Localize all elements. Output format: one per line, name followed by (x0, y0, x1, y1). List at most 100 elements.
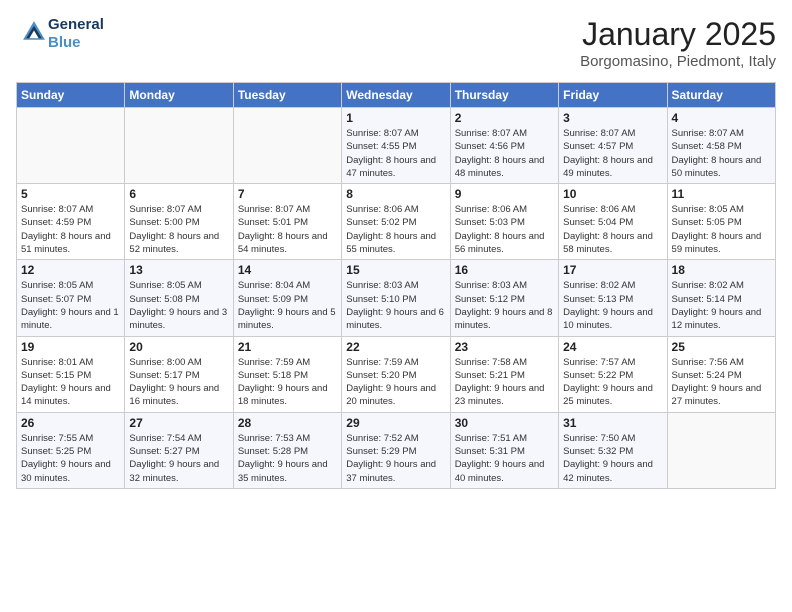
day-number: 11 (672, 187, 771, 201)
calendar-day-cell: 23Sunrise: 7:58 AM Sunset: 5:21 PM Dayli… (450, 336, 558, 412)
day-number: 10 (563, 187, 662, 201)
location-subtitle: Borgomasino, Piedmont, Italy (580, 53, 776, 70)
logo: General Blue (16, 16, 104, 52)
day-info: Sunrise: 7:54 AM Sunset: 5:27 PM Dayligh… (129, 432, 228, 485)
calendar-day-cell: 16 Sunrise: 8:03 AM Sunset: 5:12 PM Dayli… (450, 260, 558, 336)
day-info: Sunrise: 8:00 AM Sunset: 5:17 PM Dayligh… (129, 356, 228, 409)
day-number: 22 (346, 340, 445, 354)
calendar-day-cell: 7 Sunrise: 8:07 AM Sunset: 5:01 PM Daylig… (233, 184, 341, 260)
calendar-day-cell: 13 Sunrise: 8:05 AM Sunset: 5:08 PM Dayli… (125, 260, 233, 336)
day-info: Sunrise: 8:06 AM Sunset: 5:02 PM Dayligh… (346, 203, 445, 256)
calendar-day-cell: 29Sunrise: 7:52 AM Sunset: 5:29 PM Dayli… (342, 412, 450, 488)
title-block: January 2025 Borgomasino, Piedmont, Ital… (580, 16, 776, 70)
calendar-day-cell: 18 Sunrise: 8:02 AM Sunset: 5:14 PM Dayli… (667, 260, 775, 336)
day-number: 29 (346, 416, 445, 430)
calendar-week-row: 26Sunrise: 7:55 AM Sunset: 5:25 PM Dayli… (17, 412, 776, 488)
calendar-day-cell: 4 Sunrise: 8:07 AM Sunset: 4:58 PM Daylig… (667, 108, 775, 184)
day-number: 30 (455, 416, 554, 430)
col-header-friday: Friday (559, 83, 667, 108)
day-number: 1 (346, 111, 445, 125)
calendar-day-cell: 24 Sunrise: 7:57 AM Sunset: 5:22 PM Dayli… (559, 336, 667, 412)
day-info: Sunrise: 8:05 AM Sunset: 5:05 PM Dayligh… (672, 203, 771, 256)
calendar-day-cell (125, 108, 233, 184)
day-number: 21 (238, 340, 337, 354)
day-info: Sunrise: 8:07 AM Sunset: 4:55 PM Dayligh… (346, 127, 445, 180)
day-number: 17 (563, 263, 662, 277)
day-number: 18 (672, 263, 771, 277)
calendar-day-cell: 1 Sunrise: 8:07 AM Sunset: 4:55 PM Daylig… (342, 108, 450, 184)
day-number: 8 (346, 187, 445, 201)
day-info: Sunrise: 7:50 AM Sunset: 5:32 PM Dayligh… (563, 432, 662, 485)
col-header-sunday: Sunday (17, 83, 125, 108)
day-number: 19 (21, 340, 120, 354)
day-number: 25 (672, 340, 771, 354)
day-info: Sunrise: 8:03 AM Sunset: 5:12 PM Dayligh… (455, 279, 554, 332)
day-number: 24 (563, 340, 662, 354)
calendar-day-cell: 27Sunrise: 7:54 AM Sunset: 5:27 PM Dayli… (125, 412, 233, 488)
day-number: 13 (129, 263, 228, 277)
calendar-day-cell: 10 Sunrise: 8:06 AM Sunset: 5:04 PM Dayli… (559, 184, 667, 260)
calendar-day-cell: 31 Sunrise: 7:50 AM Sunset: 5:32 PM Dayli… (559, 412, 667, 488)
logo-text-line2: Blue (48, 34, 104, 52)
calendar-day-cell (667, 412, 775, 488)
calendar-day-cell: 9 Sunrise: 8:06 AM Sunset: 5:03 PM Daylig… (450, 184, 558, 260)
day-info: Sunrise: 7:57 AM Sunset: 5:22 PM Dayligh… (563, 356, 662, 409)
calendar-day-cell: 25 Sunrise: 7:56 AM Sunset: 5:24 PM Dayli… (667, 336, 775, 412)
day-info: Sunrise: 8:06 AM Sunset: 5:04 PM Dayligh… (563, 203, 662, 256)
day-info: Sunrise: 8:07 AM Sunset: 4:56 PM Dayligh… (455, 127, 554, 180)
calendar-day-cell: 30 Sunrise: 7:51 AM Sunset: 5:31 PM Dayli… (450, 412, 558, 488)
calendar-day-cell: 22 Sunrise: 7:59 AM Sunset: 5:20 PM Dayli… (342, 336, 450, 412)
day-info: Sunrise: 8:01 AM Sunset: 5:15 PM Dayligh… (21, 356, 120, 409)
calendar-week-row: 19 Sunrise: 8:01 AM Sunset: 5:15 PM Dayli… (17, 336, 776, 412)
calendar-day-cell (17, 108, 125, 184)
logo-icon (20, 18, 48, 46)
col-header-thursday: Thursday (450, 83, 558, 108)
calendar-day-cell: 5Sunrise: 8:07 AM Sunset: 4:59 PM Daylig… (17, 184, 125, 260)
calendar-day-cell: 19 Sunrise: 8:01 AM Sunset: 5:15 PM Dayli… (17, 336, 125, 412)
day-info: Sunrise: 8:07 AM Sunset: 4:58 PM Dayligh… (672, 127, 771, 180)
calendar-day-cell: 15 Sunrise: 8:03 AM Sunset: 5:10 PM Dayli… (342, 260, 450, 336)
day-number: 14 (238, 263, 337, 277)
day-info: Sunrise: 7:56 AM Sunset: 5:24 PM Dayligh… (672, 356, 771, 409)
calendar-day-cell: 11 Sunrise: 8:05 AM Sunset: 5:05 PM Dayli… (667, 184, 775, 260)
calendar-day-cell: 3Sunrise: 8:07 AM Sunset: 4:57 PM Daylig… (559, 108, 667, 184)
calendar-day-cell: 8 Sunrise: 8:06 AM Sunset: 5:02 PM Daylig… (342, 184, 450, 260)
day-number: 7 (238, 187, 337, 201)
calendar-day-cell: 20Sunrise: 8:00 AM Sunset: 5:17 PM Dayli… (125, 336, 233, 412)
day-number: 12 (21, 263, 120, 277)
day-number: 6 (129, 187, 228, 201)
day-number: 4 (672, 111, 771, 125)
day-info: Sunrise: 7:53 AM Sunset: 5:28 PM Dayligh… (238, 432, 337, 485)
col-header-tuesday: Tuesday (233, 83, 341, 108)
day-info: Sunrise: 8:03 AM Sunset: 5:10 PM Dayligh… (346, 279, 445, 332)
calendar-week-row: 5Sunrise: 8:07 AM Sunset: 4:59 PM Daylig… (17, 184, 776, 260)
day-info: Sunrise: 7:55 AM Sunset: 5:25 PM Dayligh… (21, 432, 120, 485)
day-number: 31 (563, 416, 662, 430)
day-info: Sunrise: 7:59 AM Sunset: 5:20 PM Dayligh… (346, 356, 445, 409)
col-header-saturday: Saturday (667, 83, 775, 108)
day-info: Sunrise: 8:05 AM Sunset: 5:07 PM Dayligh… (21, 279, 120, 332)
calendar-day-cell: 14 Sunrise: 8:04 AM Sunset: 5:09 PM Dayli… (233, 260, 341, 336)
col-header-monday: Monday (125, 83, 233, 108)
calendar-day-cell: 17Sunrise: 8:02 AM Sunset: 5:13 PM Dayli… (559, 260, 667, 336)
day-number: 9 (455, 187, 554, 201)
logo-text-line1: General (48, 16, 104, 34)
day-number: 15 (346, 263, 445, 277)
calendar-day-cell: 21Sunrise: 7:59 AM Sunset: 5:18 PM Dayli… (233, 336, 341, 412)
col-header-wednesday: Wednesday (342, 83, 450, 108)
calendar-day-cell: 2 Sunrise: 8:07 AM Sunset: 4:56 PM Daylig… (450, 108, 558, 184)
day-info: Sunrise: 8:04 AM Sunset: 5:09 PM Dayligh… (238, 279, 337, 332)
day-number: 28 (238, 416, 337, 430)
day-number: 2 (455, 111, 554, 125)
day-info: Sunrise: 8:05 AM Sunset: 5:08 PM Dayligh… (129, 279, 228, 332)
day-number: 23 (455, 340, 554, 354)
page-header: General Blue January 2025 Borgomasino, P… (16, 16, 776, 70)
calendar-day-cell: 12 Sunrise: 8:05 AM Sunset: 5:07 PM Dayli… (17, 260, 125, 336)
day-number: 16 (455, 263, 554, 277)
day-info: Sunrise: 8:06 AM Sunset: 5:03 PM Dayligh… (455, 203, 554, 256)
calendar-day-cell: 28 Sunrise: 7:53 AM Sunset: 5:28 PM Dayli… (233, 412, 341, 488)
calendar-header-row: SundayMondayTuesdayWednesdayThursdayFrid… (17, 83, 776, 108)
day-info: Sunrise: 7:51 AM Sunset: 5:31 PM Dayligh… (455, 432, 554, 485)
day-info: Sunrise: 8:07 AM Sunset: 5:01 PM Dayligh… (238, 203, 337, 256)
day-info: Sunrise: 8:02 AM Sunset: 5:14 PM Dayligh… (672, 279, 771, 332)
